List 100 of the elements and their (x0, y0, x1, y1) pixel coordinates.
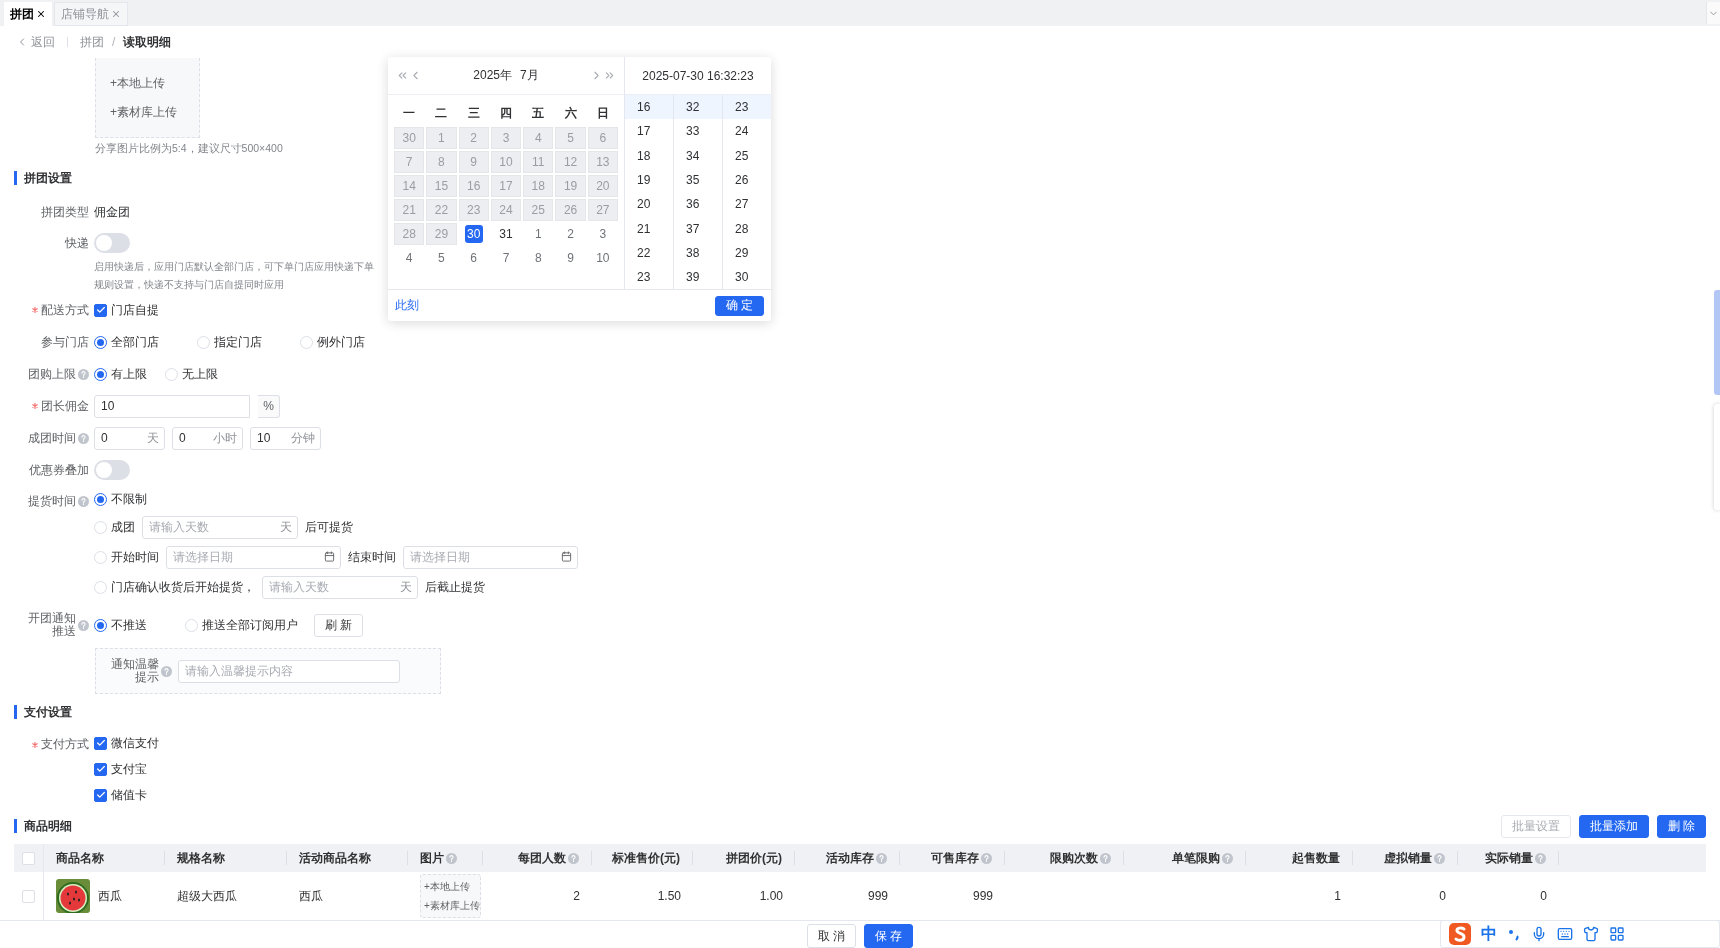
time-option[interactable]: 20 (625, 192, 673, 217)
option-label[interactable]: 不推送 (111, 616, 147, 634)
option-label[interactable]: 指定门店 (214, 333, 262, 351)
time-option[interactable]: 30 (723, 265, 771, 290)
logo-icon[interactable] (1449, 923, 1471, 945)
library-upload-link[interactable]: +素材库上传 (110, 103, 177, 121)
help-icon[interactable] (1100, 852, 1111, 864)
calendar-day[interactable]: 4 (394, 247, 425, 269)
confirm-button[interactable]: 确 定 (714, 295, 764, 316)
back-link[interactable]: 返回 (16, 33, 55, 51)
help-icon[interactable] (1222, 852, 1233, 864)
time-option[interactable]: 26 (723, 167, 771, 193)
toolbar-button[interactable]: 删 除 (1656, 814, 1706, 838)
option-label[interactable]: 门店自提 (111, 301, 159, 319)
help-icon[interactable] (78, 368, 89, 380)
help-icon[interactable] (446, 852, 457, 864)
option-label[interactable]: 成团 (111, 518, 135, 536)
refresh-button[interactable]: 刷 新 (314, 613, 364, 637)
page-tab[interactable]: 拼团 (4, 2, 52, 26)
option-label[interactable]: 门店确认收货后开始提货， (111, 578, 255, 596)
breadcrumb-item[interactable]: 拼团 (80, 33, 104, 51)
time-option[interactable]: 28 (723, 216, 771, 241)
help-icon[interactable] (568, 852, 579, 864)
help-icon[interactable] (78, 619, 89, 631)
input-field[interactable]: 10 (94, 394, 250, 418)
time-option[interactable]: 32 (674, 95, 722, 120)
local-upload-link[interactable]: +本地上传 (424, 879, 470, 894)
year-label[interactable]: 2025年 (473, 67, 512, 84)
side-tab[interactable] (1714, 290, 1720, 395)
tabs-menu-button[interactable] (1706, 2, 1720, 24)
time-option[interactable]: 38 (674, 240, 722, 266)
punctuation-icon[interactable] (1507, 927, 1521, 941)
time-option[interactable]: 19 (625, 167, 673, 193)
time-option[interactable]: 34 (674, 143, 722, 168)
calendar-day[interactable]: 5 (426, 247, 457, 269)
time-option[interactable]: 18 (625, 143, 673, 168)
help-icon[interactable] (161, 665, 172, 677)
calendar-day[interactable]: 9 (555, 247, 586, 269)
help-icon[interactable] (1434, 852, 1445, 864)
time-option[interactable]: 36 (674, 192, 722, 217)
time-option[interactable]: 22 (625, 240, 673, 266)
option-label[interactable]: 例外门店 (317, 333, 365, 351)
time-option[interactable]: 37 (674, 216, 722, 241)
help-icon[interactable] (1535, 852, 1546, 864)
option-label[interactable]: 支付宝 (111, 760, 147, 778)
time-option[interactable]: 33 (674, 119, 722, 144)
keyboard-icon[interactable] (1557, 926, 1573, 942)
local-upload-link[interactable]: +本地上传 (110, 74, 165, 92)
previous-year-icon[interactable] (396, 69, 409, 82)
date-field[interactable]: 请选择日期 (403, 545, 578, 569)
time-option[interactable]: 25 (723, 143, 771, 168)
date-field[interactable]: 请选择日期 (166, 545, 341, 569)
input-field[interactable]: 请输入温馨提示内容 (178, 659, 400, 683)
calendar-day[interactable]: 6 (458, 247, 489, 269)
calendar-day[interactable]: 3 (587, 223, 618, 245)
month-label[interactable]: 7月 (520, 67, 539, 84)
calendar-day[interactable]: 10 (587, 247, 618, 269)
option-label[interactable]: 微信支付 (111, 734, 159, 752)
checkbox[interactable] (94, 762, 107, 776)
option-label[interactable]: 不限制 (111, 490, 147, 508)
calendar-day[interactable]: 7 (490, 247, 522, 269)
calendar-day[interactable]: 30 (464, 225, 483, 243)
time-option[interactable]: 39 (674, 265, 722, 290)
time-option[interactable]: 21 (625, 216, 673, 241)
breadcrumb-item[interactable]: 读取明细 (123, 33, 172, 51)
next-year-icon[interactable] (603, 69, 616, 82)
calendar-day[interactable]: 31 (490, 223, 522, 245)
option-label[interactable]: 推送全部订阅用户 (202, 616, 298, 634)
option-label[interactable]: 有上限 (111, 365, 147, 383)
radio-button[interactable] (94, 335, 107, 349)
close-icon[interactable] (36, 9, 46, 19)
checkbox[interactable] (94, 788, 107, 802)
checkbox[interactable] (94, 303, 107, 317)
help-icon[interactable] (981, 852, 992, 864)
footer-button[interactable]: 取 消 (806, 924, 856, 948)
checkbox[interactable] (94, 736, 107, 750)
time-option[interactable]: 23 (625, 265, 673, 290)
microphone-icon[interactable] (1531, 926, 1547, 942)
time-option[interactable]: 29 (723, 240, 771, 266)
now-link[interactable]: 此刻 (395, 297, 419, 315)
time-option[interactable]: 16 (625, 95, 673, 120)
time-option[interactable]: 27 (723, 192, 771, 217)
shirt-icon[interactable] (1583, 926, 1599, 942)
option-label[interactable]: 储值卡 (111, 786, 147, 804)
time-option[interactable]: 23 (723, 95, 771, 120)
grid-icon[interactable] (1609, 926, 1625, 942)
option-label[interactable]: 开始时间 (111, 548, 159, 566)
time-option[interactable]: 17 (625, 119, 673, 144)
help-icon[interactable] (78, 432, 89, 444)
calendar-day[interactable]: 1 (523, 223, 554, 245)
time-option[interactable]: 35 (674, 167, 722, 193)
radio-button[interactable] (94, 618, 107, 632)
radio-button[interactable] (94, 492, 107, 506)
help-icon[interactable] (876, 852, 887, 864)
time-option[interactable]: 24 (723, 119, 771, 144)
toolbar-button[interactable]: 批量添加 (1578, 814, 1649, 838)
footer-button[interactable]: 保 存 (864, 924, 914, 948)
toggle-switch[interactable] (94, 233, 130, 253)
library-upload-link[interactable]: +素材库上传 (424, 898, 480, 913)
help-icon[interactable] (78, 496, 89, 507)
